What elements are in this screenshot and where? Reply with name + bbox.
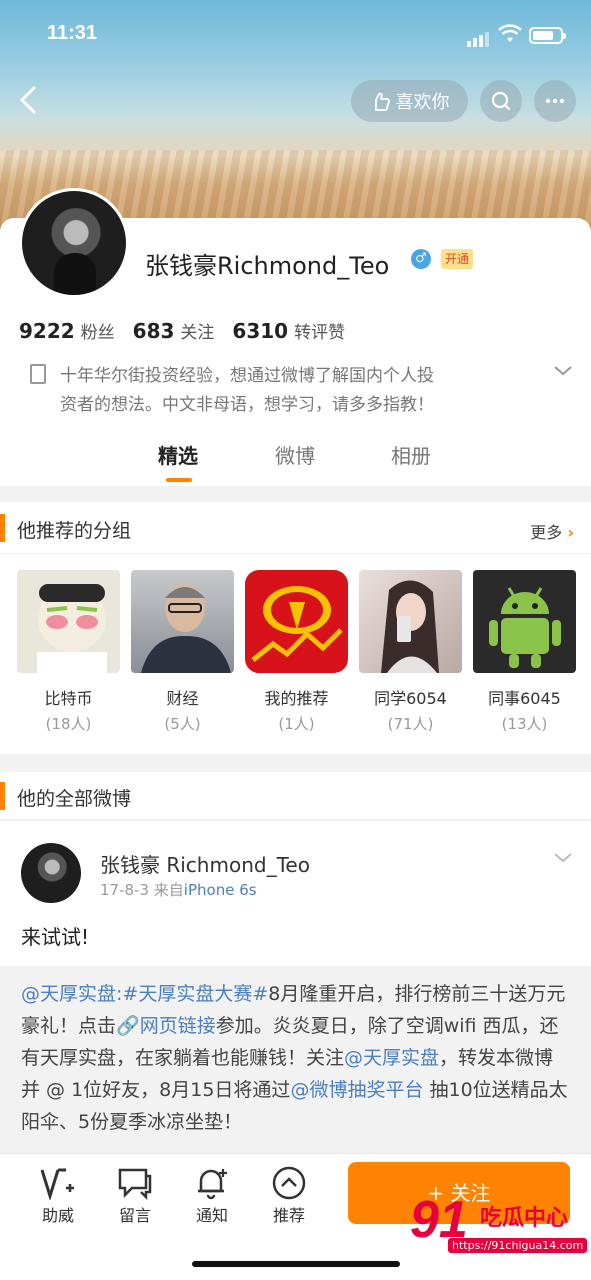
more-dots-icon <box>545 98 565 104</box>
bio-line-1: 十年华尔街投资经验，想通过微博了解国内个人投 <box>60 366 434 386</box>
recommended-groups: 他推荐的分组 更多 › 比特币 (18人) 财经 (5人) 我的推荐 (1人) <box>0 502 591 754</box>
section-accent-bar <box>0 514 5 542</box>
group-cover-image <box>131 570 234 673</box>
profile-stats: 9222 粉丝 683 关注 6310 转评赞 <box>19 318 345 343</box>
topic-link[interactable]: :#天厚实盘大赛# <box>116 983 268 1005</box>
groups-title: 他推荐的分组 <box>17 520 132 542</box>
group-name: 同学6054 <box>374 689 447 708</box>
group-count: (13人) <box>501 715 548 733</box>
group-item[interactable]: 我的推荐 (1人) <box>245 570 348 734</box>
group-name: 比特币 <box>44 689 93 708</box>
comment-icon <box>118 1168 152 1200</box>
stat-reposts-likes[interactable]: 6310 转评赞 <box>232 318 345 343</box>
recommend-label: 推荐 <box>272 1206 305 1225</box>
section-accent-bar <box>0 782 5 810</box>
profile-name: 张钱豪Richmond_Teo <box>145 252 390 280</box>
group-count: (18人) <box>45 715 92 733</box>
document-icon <box>30 364 46 384</box>
vip-open-badge[interactable]: 开通 <box>441 249 474 269</box>
group-cover-image <box>473 570 576 673</box>
more-groups-link[interactable]: 更多 › <box>530 519 574 543</box>
tab-album[interactable]: 相册 <box>391 440 431 469</box>
bell-icon <box>198 1169 227 1200</box>
stat-following[interactable]: 683 关注 <box>133 318 215 343</box>
link-icon: 🔗 <box>116 1015 140 1037</box>
chevron-right-icon: › <box>567 523 574 542</box>
chevron-down-icon[interactable] <box>552 851 574 865</box>
cheer-button[interactable]: 助威 <box>28 1164 88 1226</box>
hand-icon <box>374 92 390 111</box>
group-name: 同事6045 <box>488 689 561 708</box>
group-cover-image <box>359 570 462 673</box>
profile-tabs: 精选 微博 相册 <box>0 440 591 486</box>
cheer-label: 助威 <box>41 1206 74 1225</box>
notify-label: 通知 <box>195 1206 228 1225</box>
all-weibo-title: 他的全部微博 <box>17 788 132 810</box>
weibo-post[interactable]: 张钱豪 Richmond_Teo 17-8-3 来自iPhone 6s 来试试!… <box>0 821 591 1161</box>
mention-link[interactable]: @微博抽奖平台 <box>290 1079 423 1101</box>
group-cover-image <box>245 570 348 673</box>
group-name: 财经 <box>166 689 199 708</box>
group-name: 我的推荐 <box>264 689 329 708</box>
notify-button[interactable]: 通知 <box>182 1164 242 1226</box>
chevron-up-circle-icon <box>272 1166 306 1200</box>
chevron-left-icon <box>19 86 36 114</box>
repost-content[interactable]: @天厚实盘:#天厚实盘大赛#8月隆重开启，排行榜前三十送万元豪礼！点击🔗网页链接… <box>0 966 591 1161</box>
post-date: 17-8-3 <box>100 881 149 899</box>
group-item[interactable]: 同学6054 (71人) <box>359 570 462 734</box>
post-source: iPhone 6s <box>183 881 257 899</box>
web-link[interactable]: 🔗网页链接 <box>116 1015 216 1037</box>
watermark-text: 吃瓜中心 <box>480 1206 569 1231</box>
post-avatar[interactable] <box>21 843 81 903</box>
post-author[interactable]: 张钱豪 Richmond_Teo <box>100 849 310 878</box>
back-button[interactable] <box>12 82 44 118</box>
comment-label: 留言 <box>118 1206 151 1225</box>
group-cover-image <box>17 570 120 673</box>
site-watermark: 91 吃瓜中心 https://91chigua14.com <box>410 1190 588 1260</box>
search-button[interactable] <box>480 80 522 122</box>
chevron-down-icon[interactable] <box>552 364 574 378</box>
comment-button[interactable]: 留言 <box>105 1164 165 1226</box>
group-count: (5人) <box>164 715 201 733</box>
group-count: (71人) <box>387 715 434 733</box>
watermark-url: https://91chigua14.com <box>448 1238 588 1253</box>
mention-link[interactable]: @天厚实盘 <box>21 983 116 1005</box>
male-gender-icon: ♂ <box>411 249 431 269</box>
wifi-icon <box>498 24 522 42</box>
all-weibo-header: 他的全部微博 <box>0 772 591 820</box>
bio-line-2: 资者的想法。中文非母语，想学习，请多多指教！ <box>60 395 434 415</box>
signal-icon <box>467 28 491 47</box>
post-from-label: 来自 <box>153 881 184 899</box>
tab-featured[interactable]: 精选 <box>158 440 198 469</box>
post-text: 来试试! <box>21 925 90 949</box>
status-bar: 11:31 <box>0 20 591 50</box>
recommend-button[interactable]: 推荐 <box>259 1164 319 1226</box>
cheer-v-icon <box>40 1168 74 1200</box>
status-time: 11:31 <box>47 22 98 44</box>
battery-icon <box>529 27 566 44</box>
like-button[interactable]: 喜欢你 <box>351 80 468 122</box>
group-count: (1人) <box>278 715 315 733</box>
avatar[interactable] <box>19 188 129 298</box>
mention-link[interactable]: @天厚实盘 <box>344 1047 439 1069</box>
home-indicator[interactable] <box>192 1261 400 1267</box>
stat-followers[interactable]: 9222 粉丝 <box>19 318 115 343</box>
more-options-button[interactable] <box>534 80 576 122</box>
search-icon <box>491 91 511 111</box>
post-meta: 17-8-3 来自iPhone 6s <box>100 879 257 900</box>
tab-indicator <box>166 478 192 482</box>
group-item[interactable]: 同事6045 (13人) <box>473 570 576 734</box>
tab-weibo[interactable]: 微博 <box>275 440 315 469</box>
group-item[interactable]: 比特币 (18人) <box>17 570 120 734</box>
group-item[interactable]: 财经 (5人) <box>131 570 234 734</box>
like-label: 喜欢你 <box>395 92 450 113</box>
